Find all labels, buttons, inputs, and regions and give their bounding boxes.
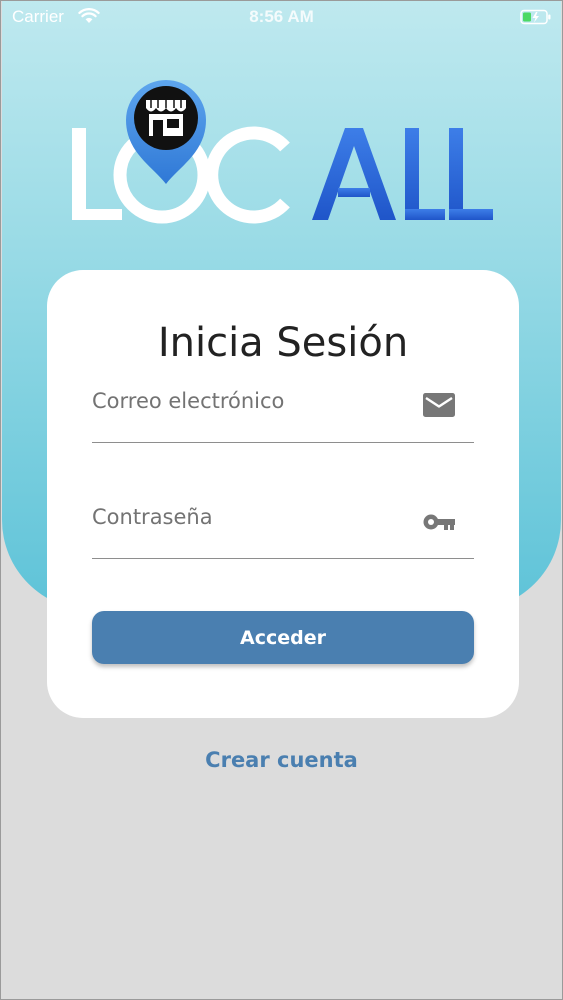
login-button[interactable]: Acceder [92,611,474,664]
locall-logo [72,80,493,224]
status-bar: Carrier 8:56 AM [0,0,563,34]
password-field-container [92,498,474,559]
login-card: Inicia Sesión Acceder [47,270,519,718]
key-icon [423,514,455,530]
battery-charging-icon [520,9,551,25]
status-time: 8:56 AM [249,7,314,26]
mail-icon [423,393,455,417]
email-field-container [92,382,474,443]
store-pin-icon [126,80,206,184]
password-field[interactable] [92,498,402,536]
email-field[interactable] [92,382,402,420]
login-title: Inicia Sesión [157,320,409,366]
create-account-link[interactable]: Crear cuenta [0,748,563,772]
